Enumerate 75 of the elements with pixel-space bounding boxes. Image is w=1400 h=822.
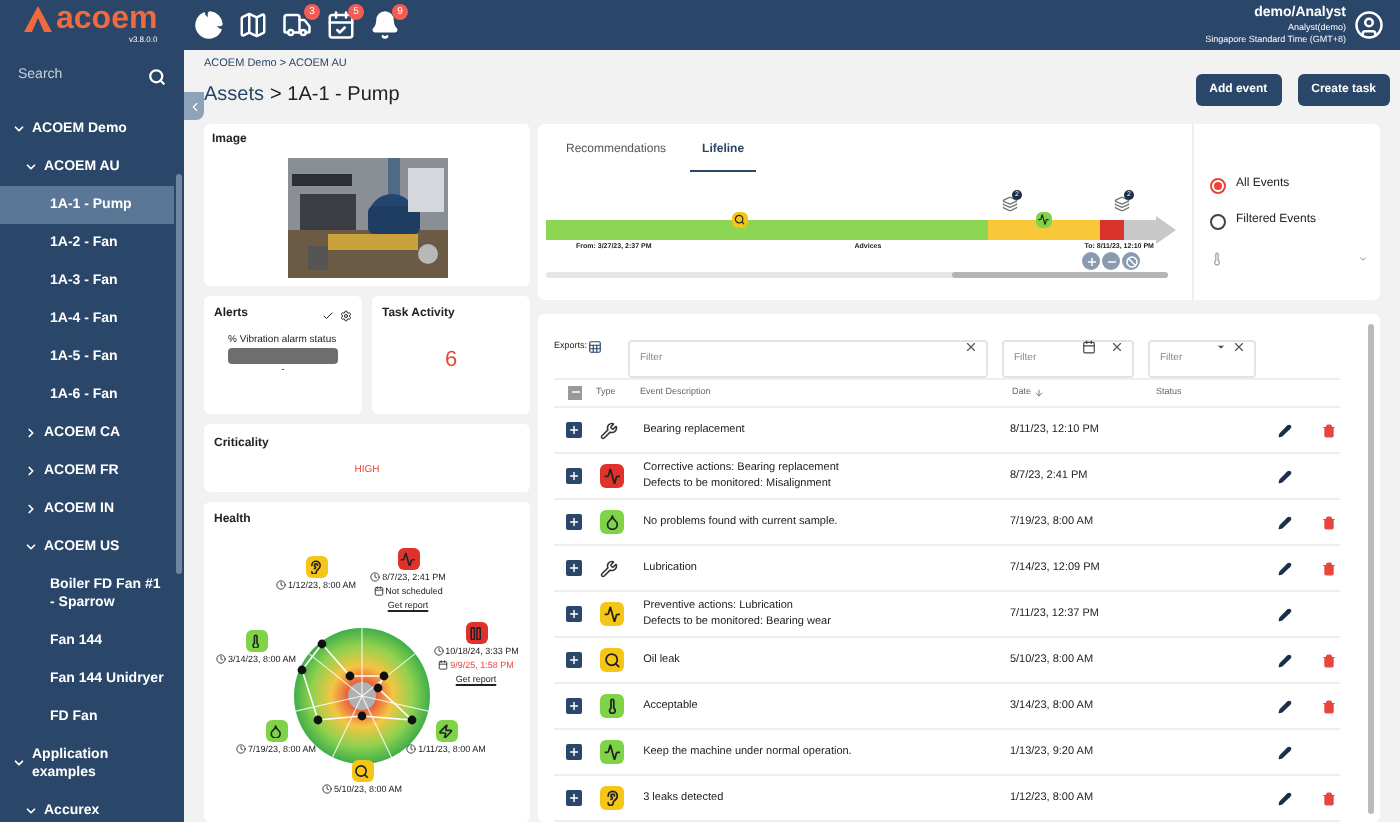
caret-icon (1358, 253, 1368, 263)
expand-row-button[interactable] (566, 652, 582, 668)
edit-icon[interactable] (1278, 561, 1293, 575)
reset-zoom-button[interactable] (1122, 252, 1140, 271)
expand-row-button[interactable] (566, 606, 582, 622)
chevron-down-icon (24, 159, 38, 173)
expand-row-button[interactable] (566, 468, 582, 484)
edit-icon[interactable] (1278, 423, 1293, 437)
collapse-all-button[interactable] (568, 385, 582, 400)
clock-icon (275, 580, 286, 590)
zoom-in-button[interactable] (1082, 252, 1100, 271)
clear-icon[interactable] (964, 340, 978, 354)
ban-icon (1125, 255, 1137, 268)
chevron-down-icon (12, 756, 26, 770)
thermometer-icon (1210, 251, 1224, 265)
clock-icon (433, 646, 444, 656)
search-icon[interactable] (148, 67, 166, 86)
delete-icon[interactable] (1322, 791, 1337, 805)
delete-icon[interactable] (1322, 423, 1337, 437)
alarm-status-bar (228, 348, 338, 364)
delete-icon[interactable] (1322, 515, 1337, 529)
edit-icon[interactable] (1278, 699, 1293, 713)
zoom-out-button[interactable] (1102, 252, 1120, 271)
scrollbar-thumb[interactable] (1368, 324, 1374, 814)
edit-icon[interactable] (1278, 653, 1293, 667)
chevron-down-icon (12, 121, 26, 135)
expand-row-button[interactable] (566, 698, 582, 714)
scrollbar-thumb[interactable] (176, 174, 182, 574)
chevron-left-icon (187, 99, 201, 113)
delete-icon[interactable] (1322, 653, 1337, 667)
page-title: > 1A-1 - Pump (270, 82, 400, 110)
calendar-icon (373, 586, 384, 596)
clock-icon (370, 572, 381, 582)
expand-row-button[interactable] (566, 560, 582, 576)
chevron-right-icon (24, 425, 38, 439)
user-avatar-icon[interactable] (1354, 10, 1384, 40)
spreadsheet-icon[interactable] (588, 340, 602, 354)
clock-icon (235, 744, 246, 754)
edit-icon[interactable] (1278, 469, 1293, 483)
pie-chart-icon[interactable] (192, 9, 224, 41)
expand-row-button[interactable] (566, 422, 582, 438)
logo-icon (24, 6, 52, 32)
chevron-down-icon (24, 539, 38, 553)
clock-icon (406, 744, 417, 754)
logo-text: acoem (56, 6, 158, 34)
expand-row-button[interactable] (566, 790, 582, 806)
edit-icon[interactable] (1278, 791, 1293, 805)
minus-icon (1105, 255, 1117, 268)
assets-link[interactable]: Assets (204, 80, 265, 110)
clear-icon[interactable] (1110, 340, 1124, 354)
check-icon[interactable] (322, 309, 334, 321)
gear-icon[interactable] (340, 309, 352, 321)
expand-row-button[interactable] (566, 514, 582, 530)
timeline-scrollbar[interactable] (546, 272, 1168, 279)
wrench-icon (599, 421, 618, 439)
delete-icon[interactable] (1322, 561, 1337, 575)
map-icon[interactable] (236, 9, 268, 41)
task-count: 6 (442, 346, 460, 376)
sort-icon[interactable] (1033, 387, 1044, 398)
calendar-icon (438, 660, 449, 670)
edit-icon[interactable] (1278, 607, 1293, 621)
edit-icon[interactable] (1278, 515, 1293, 529)
clear-icon[interactable] (1232, 340, 1246, 354)
chevron-right-icon (24, 463, 38, 477)
caret-icon[interactable] (1216, 342, 1226, 352)
wrench-icon (599, 559, 618, 577)
edit-icon[interactable] (1278, 745, 1293, 759)
expand-row-button[interactable] (566, 744, 582, 760)
delete-icon[interactable] (1322, 699, 1337, 713)
plus-icon (1085, 255, 1097, 268)
clock-icon (215, 654, 226, 664)
chevron-right-icon (24, 501, 38, 515)
chevron-down-icon (24, 803, 38, 817)
clock-icon (321, 784, 332, 794)
calendar-icon[interactable] (1082, 340, 1096, 354)
